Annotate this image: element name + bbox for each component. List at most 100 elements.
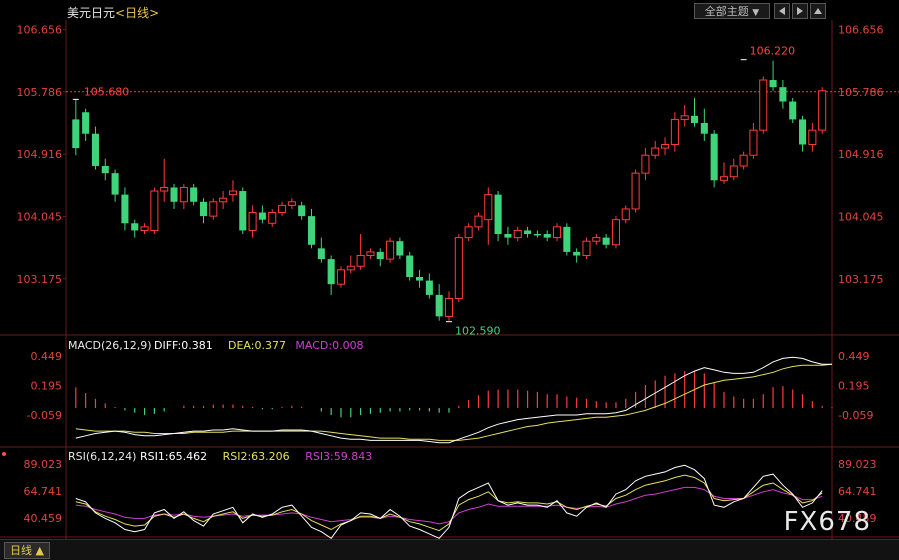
candle-body-up	[759, 79, 768, 131]
price-y-tick-right: 105.786	[838, 86, 884, 99]
candle-body-up	[818, 90, 827, 131]
period-label: <日线>	[115, 6, 160, 20]
candle-body-down	[190, 187, 198, 202]
symbol-name: 美元日元	[67, 6, 116, 20]
maximize-button[interactable]	[810, 3, 826, 19]
candle-body-down	[563, 226, 571, 252]
price-y-tick-left: 106.656	[17, 23, 63, 36]
rsi-y-tick-right: 89.023	[838, 458, 877, 471]
candle-body-down	[82, 112, 90, 134]
candle-body-down	[710, 133, 718, 181]
theme-dropdown[interactable]: 全部主题 ▼	[694, 3, 770, 19]
candle-body-down	[327, 259, 335, 285]
rsi-legend-0: RSI1:65.462	[140, 450, 207, 463]
candle-body-down	[91, 133, 99, 166]
candle-body-down	[690, 115, 699, 123]
candle-body-up	[356, 255, 365, 267]
chevron-down-icon: ▼	[752, 8, 760, 18]
macd-y-tick-right: -0.059	[838, 409, 873, 422]
candle-body-up	[552, 226, 562, 239]
candle-body-up	[729, 165, 738, 178]
rsi-legend-1: RSI2:63.206	[223, 450, 290, 463]
candle-body-down	[425, 280, 433, 295]
first-annotation: 105.680	[84, 85, 130, 98]
triangle-left-icon	[779, 7, 785, 15]
macd-y-tick-left: 0.449	[31, 350, 63, 363]
candle-body-up	[386, 240, 395, 260]
candle-body-up	[346, 265, 355, 271]
rsi1-line	[75, 464, 823, 539]
panel-marker-dot	[2, 452, 6, 456]
price-y-tick-right: 104.045	[838, 210, 884, 223]
candle-body-down	[199, 201, 208, 217]
price-y-tick-left: 105.786	[17, 86, 63, 99]
candle-body-up	[228, 190, 237, 196]
price-y-tick-left: 104.045	[17, 210, 63, 223]
candle-body-up	[278, 204, 287, 214]
rsi-y-tick-left: 64.741	[24, 485, 63, 498]
candle-body-down	[602, 237, 610, 245]
macd-legend-1: DEA:0.377	[228, 339, 286, 352]
candle-body-down	[131, 223, 139, 231]
candle-body-down	[101, 165, 109, 174]
candle-body-up	[464, 226, 473, 239]
candle-body-down	[573, 251, 581, 256]
candle-body-up	[631, 172, 640, 210]
previous-button[interactable]	[774, 3, 790, 19]
candle-body-up	[739, 154, 748, 167]
candle-body-down	[111, 173, 119, 195]
triangle-up-icon	[814, 8, 822, 14]
candle-body-down	[435, 294, 443, 317]
candle-body-down	[700, 122, 708, 134]
candle-body-up	[749, 129, 758, 156]
candle-body-up	[444, 297, 454, 317]
price-y-tick-right: 106.656	[838, 23, 884, 36]
candle-body-down	[317, 248, 325, 260]
candle-body-down	[121, 194, 129, 224]
period-switch-button[interactable]: 日线 ▲	[4, 542, 50, 559]
candle-body-up	[680, 115, 689, 120]
high-annotation: 106.220	[750, 45, 796, 58]
candle-body-up	[179, 186, 188, 203]
candle-body-down	[376, 251, 384, 260]
price-y-tick-right: 103.175	[838, 273, 884, 286]
triangle-right-icon	[797, 7, 803, 15]
candle-body-up	[209, 201, 218, 217]
candle-body-down	[307, 216, 316, 245]
rsi-y-tick-left: 40.459	[24, 512, 63, 525]
candle-body-up	[808, 129, 817, 145]
diff-line	[75, 356, 832, 444]
rsi-y-tick-right: 64.741	[838, 485, 877, 498]
candle-body-up	[287, 201, 296, 206]
candle-body-down	[416, 276, 424, 281]
macd-y-tick-right: 0.449	[838, 350, 870, 363]
candle-body-down	[524, 230, 532, 235]
chart-canvas: 106.656 106.656 105.786 105.786 104.916 104.9…	[0, 20, 899, 556]
bottom-bar: 日线 ▲	[0, 539, 899, 560]
dea-line	[75, 363, 833, 441]
candle-body-up	[592, 237, 601, 242]
candle-body-up	[454, 237, 463, 299]
candle-body-down	[543, 234, 551, 238]
candle-body-down	[533, 234, 541, 236]
candle-body-down	[494, 194, 502, 235]
candle-body-down	[258, 212, 266, 220]
price-y-tick-left: 104.916	[17, 148, 63, 161]
candle-body-up	[474, 215, 483, 228]
rsi-y-tick-left: 89.023	[24, 458, 63, 471]
low-annotation: 102.590	[455, 325, 501, 338]
macd-legend-2: MACD:0.008	[295, 339, 363, 352]
candle-body-up	[719, 176, 729, 181]
next-button[interactable]	[792, 3, 808, 19]
candle-body-up	[582, 240, 591, 257]
candle-body-up	[219, 197, 228, 203]
rsi2-line	[75, 474, 823, 532]
candle-body-up	[621, 208, 630, 221]
price-y-tick-left: 103.175	[17, 273, 63, 286]
candle-body-up	[513, 229, 522, 239]
candle-body-up	[160, 186, 169, 192]
macd-y-tick-left: 0.195	[31, 380, 63, 393]
period-switch-label: 日线 ▲	[10, 544, 44, 557]
candle-body-down	[779, 87, 787, 102]
candle-body-up	[268, 212, 277, 224]
